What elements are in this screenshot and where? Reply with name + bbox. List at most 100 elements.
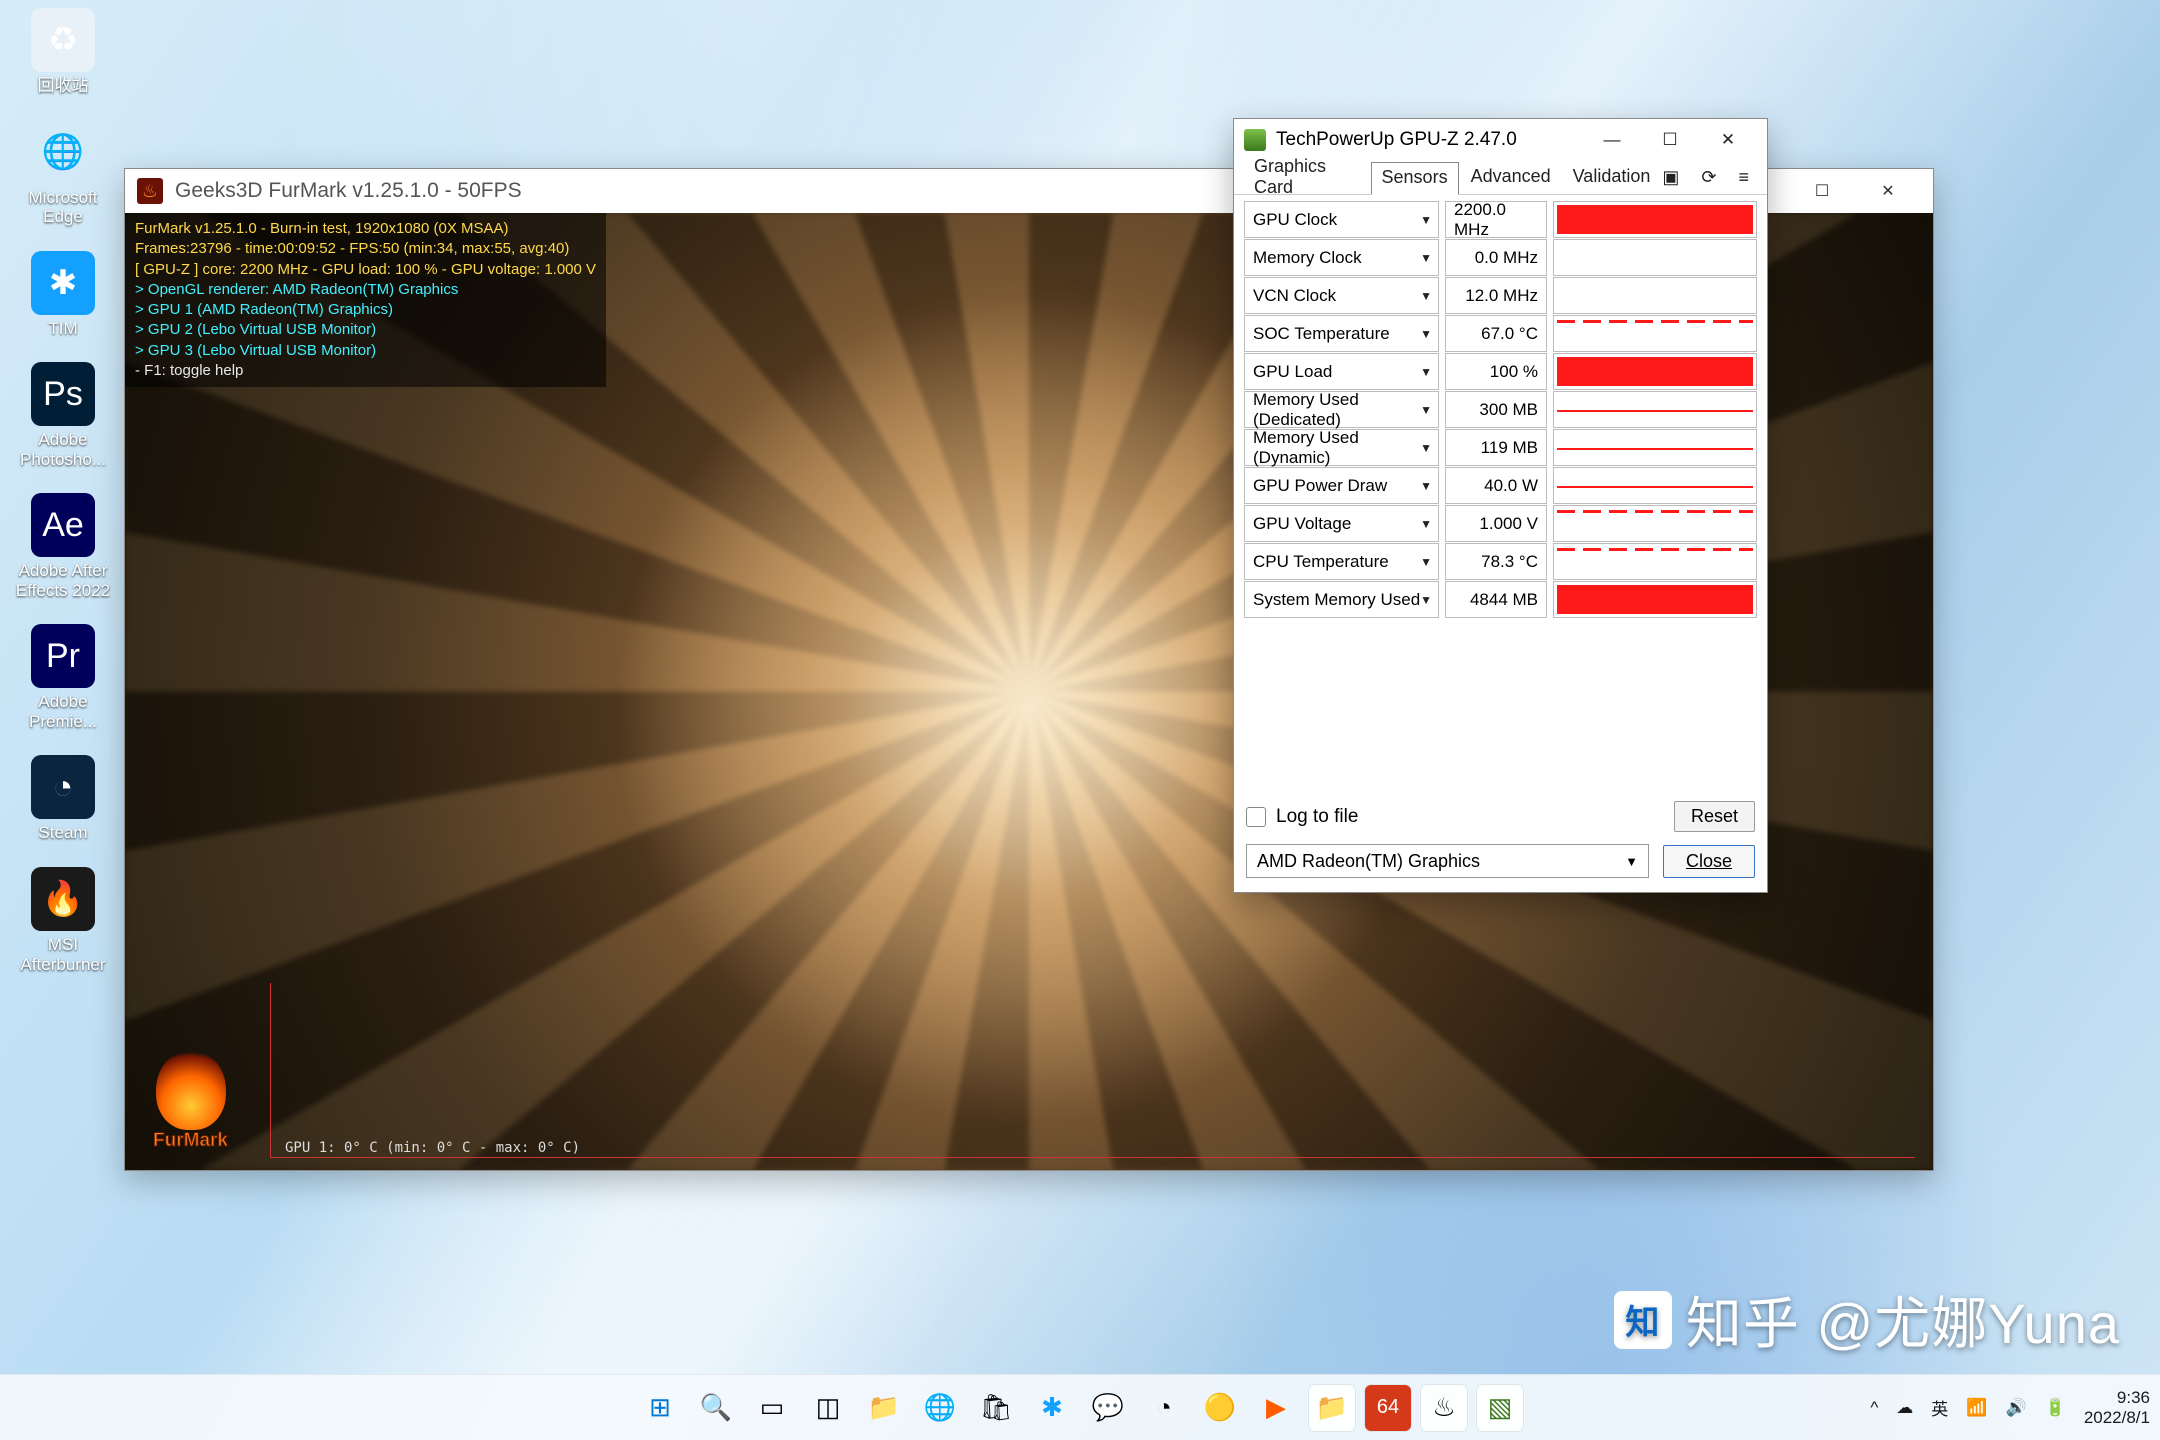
furmark-overlay-line: Frames:23796 - time:00:09:52 - FPS:50 (m… bbox=[135, 239, 596, 259]
chrome-icon[interactable]: 🟡 bbox=[1197, 1385, 1243, 1431]
tray-onedrive-icon[interactable]: ☁ bbox=[1896, 1398, 1913, 1418]
sensor-graph bbox=[1553, 505, 1757, 542]
app-icon: ◔ bbox=[31, 755, 95, 819]
sensor-label-dropdown[interactable]: GPU Voltage▼ bbox=[1244, 505, 1439, 542]
gpuz-window: TechPowerUp GPU-Z 2.47.0 — ☐ ✕ Graphics … bbox=[1233, 118, 1768, 893]
refresh-icon[interactable]: ⟳ bbox=[1701, 167, 1716, 188]
explorer-running-icon[interactable]: 📁 bbox=[1309, 1385, 1355, 1431]
menu-icon[interactable]: ≡ bbox=[1738, 167, 1749, 188]
tray-chevron-icon[interactable]: ^ bbox=[1870, 1398, 1878, 1418]
task-view-button[interactable]: ▭ bbox=[749, 1385, 795, 1431]
tab-validation[interactable]: Validation bbox=[1563, 162, 1661, 193]
furmark-maximize-button[interactable]: ☐ bbox=[1789, 169, 1855, 213]
sensor-value: 119 MB bbox=[1445, 429, 1547, 466]
desktop-icon[interactable]: 🔥 MSI Afterburner bbox=[8, 867, 118, 974]
tab-advanced[interactable]: Advanced bbox=[1461, 162, 1561, 193]
steam-icon[interactable]: ◔ bbox=[1141, 1385, 1187, 1431]
chevron-down-icon: ▼ bbox=[1420, 365, 1432, 379]
sensor-label-dropdown[interactable]: Memory Used (Dedicated)▼ bbox=[1244, 391, 1439, 428]
sensor-label-dropdown[interactable]: Memory Used (Dynamic)▼ bbox=[1244, 429, 1439, 466]
desktop-icon[interactable]: ✱ TIM bbox=[8, 251, 118, 339]
desktop-icon[interactable]: ◔ Steam bbox=[8, 755, 118, 843]
sensor-label-dropdown[interactable]: CPU Temperature▼ bbox=[1244, 543, 1439, 580]
system-tray: ^ ☁ 英 📶 🔊 🔋 9:36 2022/8/1 bbox=[1870, 1388, 2150, 1427]
volume-icon[interactable]: 🔊 bbox=[2005, 1398, 2026, 1418]
sensor-value: 2200.0 MHz bbox=[1445, 201, 1547, 238]
desktop-icon-label: Steam bbox=[38, 823, 87, 843]
screenshot-icon[interactable]: ▣ bbox=[1662, 167, 1679, 188]
gpuz-minimize-button[interactable]: — bbox=[1583, 119, 1641, 161]
wechat-icon[interactable]: 💬 bbox=[1085, 1385, 1131, 1431]
wifi-icon[interactable]: 📶 bbox=[1966, 1398, 1987, 1418]
sensor-label-dropdown[interactable]: VCN Clock▼ bbox=[1244, 277, 1439, 314]
chevron-down-icon: ▼ bbox=[1420, 289, 1432, 303]
sensor-row: VCN Clock▼ 12.0 MHz bbox=[1244, 277, 1757, 314]
app-icon: 🔥 bbox=[31, 867, 95, 931]
desktop-icons: ♻ 回收站 🌐 Microsoft Edge ✱ TIM Ps Adobe Photo… bbox=[8, 8, 118, 974]
app-icon: ♻ bbox=[31, 8, 95, 72]
log-to-file-label: Log to file bbox=[1276, 806, 1358, 828]
edge-icon[interactable]: 🌐 bbox=[917, 1385, 963, 1431]
log-to-file-checkbox[interactable] bbox=[1246, 807, 1266, 827]
app-icon: ✱ bbox=[31, 251, 95, 315]
desktop-icon-label: Adobe After Effects 2022 bbox=[8, 561, 118, 600]
media-icon[interactable]: ▶ bbox=[1253, 1385, 1299, 1431]
sensor-row: System Memory Used▼ 4844 MB bbox=[1244, 581, 1757, 618]
gpuz-taskbar-icon[interactable]: ▧ bbox=[1477, 1385, 1523, 1431]
clock[interactable]: 9:36 2022/8/1 bbox=[2084, 1388, 2150, 1427]
reset-button[interactable]: Reset bbox=[1674, 801, 1755, 832]
desktop-icon[interactable]: Ae Adobe After Effects 2022 bbox=[8, 493, 118, 600]
taskbar-center: ⊞ 🔍 ▭ ◫ 📁 🌐 🛍 ✱ 💬 ◔ 🟡 ▶ 📁 64 ♨ ▧ bbox=[637, 1385, 1523, 1431]
furmark-overlay-line: - F1: toggle help bbox=[135, 361, 596, 381]
start-button[interactable]: ⊞ bbox=[637, 1385, 683, 1431]
search-button[interactable]: 🔍 bbox=[693, 1385, 739, 1431]
widgets-button[interactable]: ◫ bbox=[805, 1385, 851, 1431]
chevron-down-icon: ▼ bbox=[1420, 479, 1432, 493]
store-icon[interactable]: 🛍 bbox=[973, 1385, 1019, 1431]
desktop-icon[interactable]: ♻ 回收站 bbox=[8, 8, 118, 96]
battery-icon[interactable]: 🔋 bbox=[2045, 1398, 2066, 1418]
desktop-icon[interactable]: 🌐 Microsoft Edge bbox=[8, 120, 118, 227]
sensor-row: Memory Used (Dedicated)▼ 300 MB bbox=[1244, 391, 1757, 428]
desktop-icon-label: TIM bbox=[48, 319, 77, 339]
ime-indicator[interactable]: 英 bbox=[1931, 1395, 1948, 1420]
sensor-graph bbox=[1553, 353, 1757, 390]
tab-sensors[interactable]: Sensors bbox=[1371, 162, 1459, 195]
chevron-down-icon: ▼ bbox=[1625, 854, 1638, 869]
sensor-row: CPU Temperature▼ 78.3 °C bbox=[1244, 543, 1757, 580]
taskbar: ⊞ 🔍 ▭ ◫ 📁 🌐 🛍 ✱ 💬 ◔ 🟡 ▶ 📁 64 ♨ ▧ ^ ☁ 英 📶… bbox=[0, 1374, 2160, 1440]
explorer-icon[interactable]: 📁 bbox=[861, 1385, 907, 1431]
tim-icon[interactable]: ✱ bbox=[1029, 1385, 1075, 1431]
furmark-title: Geeks3D FurMark v1.25.1.0 - 50FPS bbox=[175, 179, 522, 203]
gpuz-sensor-list: GPU Clock▼ 2200.0 MHz Memory Clock▼ 0.0 … bbox=[1234, 195, 1767, 793]
sensor-label-dropdown[interactable]: SOC Temperature▼ bbox=[1244, 315, 1439, 352]
sensor-row: Memory Used (Dynamic)▼ 119 MB bbox=[1244, 429, 1757, 466]
gpuz-maximize-button[interactable]: ☐ bbox=[1641, 119, 1699, 161]
gpu-select-dropdown[interactable]: AMD Radeon(TM) Graphics ▼ bbox=[1246, 844, 1649, 878]
furmark-graph-label: GPU 1: 0° C (min: 0° C - max: 0° C) bbox=[285, 1140, 580, 1156]
desktop-icon-label: Microsoft Edge bbox=[8, 188, 118, 227]
furmark-app-icon: ♨ bbox=[137, 178, 163, 204]
gpuz-close-window-button[interactable]: ✕ bbox=[1699, 119, 1757, 161]
app-icon: 🌐 bbox=[31, 120, 95, 184]
close-button[interactable]: Close bbox=[1663, 845, 1755, 878]
desktop-icon[interactable]: Ps Adobe Photosho... bbox=[8, 362, 118, 469]
sensor-label-dropdown[interactable]: Memory Clock▼ bbox=[1244, 239, 1439, 276]
watermark: 知 知乎 @尤娜Yuna bbox=[1614, 1279, 2120, 1360]
furmark-overlay-line: [ GPU-Z ] core: 2200 MHz - GPU load: 100… bbox=[135, 260, 596, 280]
sensor-value: 300 MB bbox=[1445, 391, 1547, 428]
furmark-close-button[interactable]: ✕ bbox=[1855, 169, 1921, 213]
sensor-graph bbox=[1553, 315, 1757, 352]
zhihu-logo-icon: 知 bbox=[1614, 1291, 1672, 1349]
gpuz-app-icon bbox=[1244, 129, 1266, 151]
desktop-icon-label: MSI Afterburner bbox=[8, 935, 118, 974]
furmark-overlay-line: > GPU 1 (AMD Radeon(TM) Graphics) bbox=[135, 300, 596, 320]
sensor-label-dropdown[interactable]: GPU Power Draw▼ bbox=[1244, 467, 1439, 504]
sensor-label-dropdown[interactable]: GPU Load▼ bbox=[1244, 353, 1439, 390]
sensor-label-dropdown[interactable]: GPU Clock▼ bbox=[1244, 201, 1439, 238]
aida64-icon[interactable]: 64 bbox=[1365, 1385, 1411, 1431]
sensor-value: 78.3 °C bbox=[1445, 543, 1547, 580]
desktop-icon[interactable]: Pr Adobe Premie... bbox=[8, 624, 118, 731]
furmark-taskbar-icon[interactable]: ♨ bbox=[1421, 1385, 1467, 1431]
sensor-label-dropdown[interactable]: System Memory Used▼ bbox=[1244, 581, 1439, 618]
